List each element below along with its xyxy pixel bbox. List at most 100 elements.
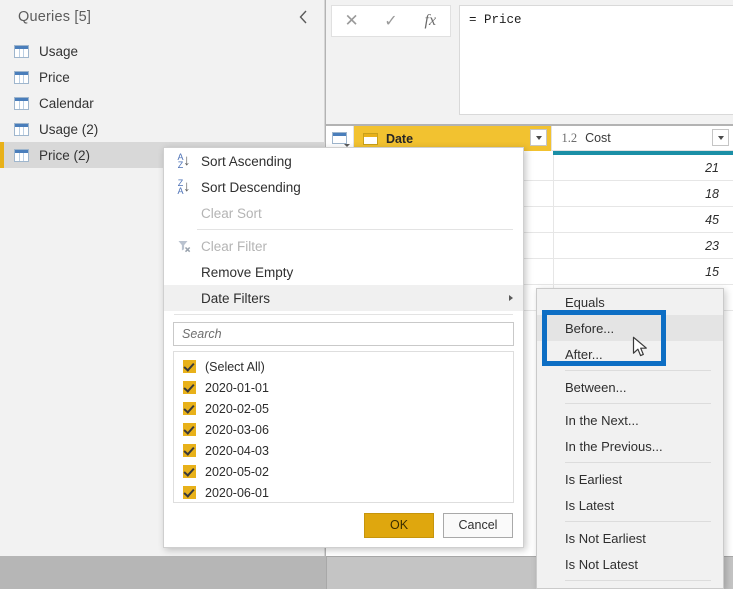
query-item-price[interactable]: Price: [0, 64, 325, 90]
query-item-label: Usage: [39, 43, 79, 59]
clear-filter-icon: [169, 239, 199, 254]
submenu-item-in-the-previous[interactable]: In the Previous...: [537, 433, 723, 459]
filter-search-container: [164, 318, 523, 346]
menu-item-label: Clear Filter: [201, 238, 268, 254]
menu-item-sort-ascending[interactable]: A Z ↓ Sort Ascending: [164, 148, 523, 174]
column-header-cost[interactable]: 1.2 Cost: [552, 126, 733, 151]
menu-item-label: Remove Empty: [201, 264, 294, 280]
cancel-button[interactable]: Cancel: [443, 512, 513, 538]
submenu-item-label: Equals: [565, 294, 605, 310]
checkbox-checked-icon[interactable]: [183, 465, 196, 478]
sort-ascending-icon: A Z ↓: [177, 152, 191, 170]
menu-divider: [174, 314, 513, 315]
query-item-usage[interactable]: Usage: [0, 38, 325, 64]
filter-dialog-footer: OK Cancel: [164, 503, 523, 547]
submenu-item-in-the-next[interactable]: In the Next...: [537, 407, 723, 433]
query-item-label: Price (2): [39, 147, 91, 163]
filter-value-list[interactable]: (Select All) 2020-01-01 2020-02-05 2020-…: [173, 351, 514, 503]
submenu-arrow-icon: [509, 295, 513, 301]
list-item[interactable]: 2020-03-06: [174, 419, 513, 440]
submenu-item-after[interactable]: After...: [537, 341, 723, 367]
fx-icon[interactable]: fx: [411, 6, 450, 36]
query-item-usage-2[interactable]: Usage (2): [0, 116, 325, 142]
checkbox-checked-icon[interactable]: [183, 423, 196, 436]
column-filter-button-date[interactable]: [530, 129, 548, 146]
submenu-divider: [565, 580, 711, 581]
submenu-item-year[interactable]: Year: [537, 584, 723, 588]
checkbox-checked-icon[interactable]: [183, 444, 196, 457]
search-input[interactable]: [173, 322, 514, 346]
submenu-item-label: Between...: [565, 379, 627, 395]
chevron-left-icon[interactable]: [292, 6, 314, 28]
cell-cost[interactable]: 18: [553, 181, 733, 206]
close-icon[interactable]: ✕: [332, 6, 371, 36]
query-item-label: Usage (2): [39, 121, 99, 137]
query-item-calendar[interactable]: Calendar: [0, 90, 325, 116]
menu-item-label: Clear Sort: [201, 205, 262, 221]
column-header-label: Date: [385, 131, 414, 146]
menu-divider: [197, 229, 513, 230]
submenu-item-is-not-earliest[interactable]: Is Not Earliest: [537, 525, 723, 551]
menu-item-label: Date Filters: [201, 290, 271, 306]
list-item[interactable]: 2020-04-03: [174, 440, 513, 461]
list-item[interactable]: 2020-05-02: [174, 461, 513, 482]
number-type-icon: 1.2: [561, 130, 578, 145]
date-filters-submenu: Equals Before... After... Between... In …: [536, 288, 724, 589]
column-filter-context-menu: A Z ↓ Sort Ascending Z A ↓ Sort Descendi…: [163, 147, 524, 548]
query-item-label: Price: [39, 69, 70, 85]
column-filter-button-cost[interactable]: [712, 129, 730, 146]
checkbox-checked-icon[interactable]: [183, 360, 196, 373]
submenu-item-is-not-latest[interactable]: Is Not Latest: [537, 551, 723, 577]
submenu-item-label: Is Not Latest: [565, 556, 638, 572]
app-window: Queries [5] Usage Price Calendar Usage (…: [0, 0, 733, 589]
calendar-type-icon: [362, 132, 378, 145]
list-item-label: 2020-05-02: [205, 464, 269, 479]
submenu-divider: [565, 462, 711, 463]
ok-button[interactable]: OK: [364, 512, 434, 538]
check-icon[interactable]: ✓: [371, 6, 410, 36]
submenu-divider: [565, 403, 711, 404]
table-icon: [14, 148, 29, 162]
list-item-label: 2020-04-03: [205, 443, 269, 458]
list-item-label: 2020-01-01: [205, 380, 269, 395]
submenu-item-is-latest[interactable]: Is Latest: [537, 492, 723, 518]
cell-cost[interactable]: 23: [553, 233, 733, 258]
submenu-item-equals[interactable]: Equals: [537, 289, 723, 315]
formula-bar: ✕ ✓ fx = Price: [326, 0, 733, 124]
query-item-label: Calendar: [39, 95, 94, 111]
submenu-item-label: Is Latest: [565, 497, 615, 513]
submenu-item-label: In the Next...: [565, 412, 639, 428]
table-icon: [14, 44, 29, 58]
menu-item-label: Sort Ascending: [201, 153, 292, 169]
sort-descending-icon: Z A ↓: [177, 178, 191, 196]
menu-item-date-filters[interactable]: Date Filters: [164, 285, 523, 311]
cell-cost[interactable]: 15: [553, 259, 733, 284]
submenu-item-label: Is Not Earliest: [565, 530, 646, 546]
menu-item-clear-filter: Clear Filter: [164, 233, 523, 259]
list-item[interactable]: 2020-02-05: [174, 398, 513, 419]
submenu-item-label: Is Earliest: [565, 471, 623, 487]
submenu-item-label: In the Previous...: [565, 438, 663, 454]
menu-item-sort-descending[interactable]: Z A ↓ Sort Descending: [164, 174, 523, 200]
checkbox-checked-icon[interactable]: [183, 381, 196, 394]
submenu-item-label: After...: [565, 346, 603, 362]
formula-input[interactable]: = Price: [459, 5, 733, 115]
table-icon: [14, 70, 29, 84]
cell-cost[interactable]: 21: [553, 155, 733, 180]
submenu-item-before[interactable]: Before...: [537, 315, 723, 341]
list-item[interactable]: 2020-01-01: [174, 377, 513, 398]
checkbox-checked-icon[interactable]: [183, 486, 196, 499]
menu-item-label: Sort Descending: [201, 179, 301, 195]
list-item[interactable]: (Select All): [174, 356, 513, 377]
checkbox-checked-icon[interactable]: [183, 402, 196, 415]
submenu-item-label: Before...: [565, 320, 615, 336]
list-item-label: 2020-02-05: [205, 401, 269, 416]
column-header-label: Cost: [585, 131, 611, 145]
submenu-item-is-earliest[interactable]: Is Earliest: [537, 466, 723, 492]
cell-cost[interactable]: 45: [553, 207, 733, 232]
menu-item-remove-empty[interactable]: Remove Empty: [164, 259, 523, 285]
list-item[interactable]: 2020-06-01: [174, 482, 513, 502]
menu-item-clear-sort: Clear Sort: [164, 200, 523, 226]
submenu-item-between[interactable]: Between...: [537, 374, 723, 400]
list-item-label: 2020-06-01: [205, 485, 269, 500]
